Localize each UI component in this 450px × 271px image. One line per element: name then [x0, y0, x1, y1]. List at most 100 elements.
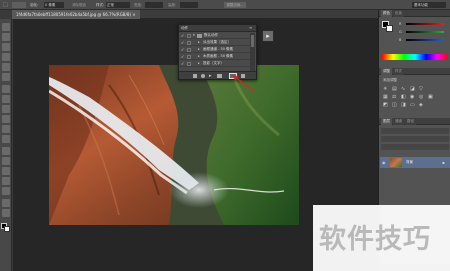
expand-triangle-icon[interactable]: ▸	[198, 60, 200, 67]
red-slider[interactable]	[406, 23, 444, 25]
document-tab[interactable]: 1f4d6fa7fa0ebff1180591fe02b4a5bf.jpg @ 6…	[12, 10, 140, 19]
type-tool-icon[interactable]	[2, 167, 10, 175]
layer-filter-bar[interactable]	[381, 128, 449, 134]
levels-icon[interactable]: ▤	[392, 86, 397, 92]
blue-slider[interactable]	[406, 39, 444, 41]
pen-tool-icon[interactable]	[2, 157, 10, 165]
dialog-toggle-box[interactable]	[187, 33, 191, 38]
background-color-swatch[interactable]	[4, 226, 10, 232]
quick-select-tool-icon[interactable]	[2, 53, 10, 61]
shape-tool-icon[interactable]	[2, 187, 10, 195]
curves-icon[interactable]: ∿	[401, 86, 405, 92]
eyedropper-tool-icon[interactable]	[2, 73, 10, 81]
color-lookup-icon[interactable]: ▣	[428, 94, 433, 100]
action-row[interactable]: ✓ ▸ 画框通道 - 50 像素	[179, 46, 250, 53]
lasso-tool-icon[interactable]	[2, 43, 10, 51]
hue-saturation-icon[interactable]: ▦	[383, 94, 388, 100]
tab-adjustments[interactable]: 调整	[381, 68, 392, 75]
tab-swatches[interactable]: 色板	[393, 10, 404, 17]
path-select-tool-icon[interactable]	[2, 177, 10, 185]
color-spectrum-bar[interactable]	[382, 54, 448, 60]
checkmark-icon[interactable]: ✓	[181, 33, 185, 38]
actions-panel-header[interactable]: 动作 ≡	[179, 25, 256, 32]
gradient-tool-icon[interactable]	[2, 135, 10, 143]
action-row[interactable]: ✓ ▸ 淡出效果（选区）	[179, 39, 250, 46]
threshold-icon[interactable]: ◨	[401, 102, 406, 108]
dodge-tool-icon[interactable]	[2, 147, 10, 155]
action-label: 木质画框 - 50 像素	[203, 54, 234, 58]
play-selection-button[interactable]: ▸	[262, 30, 274, 42]
gradient-map-icon[interactable]: ▭	[410, 102, 415, 108]
zoom-tool-icon[interactable]	[2, 209, 10, 217]
selective-color-icon[interactable]: ◈	[419, 102, 423, 108]
history-brush-tool-icon[interactable]	[2, 115, 10, 123]
hand-tool-icon[interactable]	[2, 199, 10, 207]
healing-brush-tool-icon[interactable]	[2, 85, 10, 93]
background-color-swatch[interactable]	[386, 25, 393, 32]
layer-row-background[interactable]: ◉ 背景 ▪	[380, 157, 450, 168]
play-icon[interactable]: ▸	[209, 73, 212, 79]
refine-edge-button[interactable]: 调整边缘...	[224, 2, 246, 8]
channel-mixer-icon[interactable]: ◎	[419, 94, 423, 100]
exposure-icon[interactable]: ◪	[410, 86, 415, 92]
green-slider[interactable]	[406, 31, 444, 33]
tab-paths[interactable]: 路径	[405, 118, 416, 125]
actions-scrollbar[interactable]	[250, 33, 255, 71]
move-tool-icon[interactable]	[2, 23, 10, 31]
panel-menu-icon[interactable]: ≡	[249, 25, 252, 30]
action-row[interactable]: ✓ ▸ 投影（文字）	[179, 60, 250, 67]
eraser-tool-icon[interactable]	[2, 125, 10, 133]
clone-stamp-tool-icon[interactable]	[2, 105, 10, 113]
action-set-row[interactable]: ✓ ▾ 默认动作	[179, 32, 250, 39]
scrollbar-thumb[interactable]	[251, 35, 254, 47]
expand-triangle-icon[interactable]: ▸	[198, 39, 200, 46]
checkmark-icon[interactable]: ✓	[181, 54, 185, 59]
tab-layers[interactable]: 图层	[381, 118, 392, 125]
adjustment-icons-grid: ☀ ▤ ∿ ◪ ▽ ▦ ⚖ ◧ ◉ ◎ ▣ ◩ ◫ ◨ ▭ ◈	[383, 86, 447, 108]
options-bar: ⬚ 羽化: 0 像素 消除锯齿 样式: 正常 宽度: 高度: 调整边缘... 基…	[0, 0, 450, 10]
style-select[interactable]: 正常	[106, 2, 130, 8]
blend-mode-bar[interactable]	[381, 136, 449, 142]
action-row[interactable]: ✓ ▸ 木质画框 - 50 像素	[179, 53, 250, 60]
document-image[interactable]	[49, 65, 299, 225]
checkmark-icon[interactable]: ✓	[181, 61, 185, 66]
dialog-toggle-box[interactable]	[187, 61, 191, 66]
new-set-folder-icon[interactable]	[217, 74, 222, 78]
tab-color[interactable]: 颜色	[381, 10, 392, 17]
black-white-icon[interactable]: ◧	[401, 94, 406, 100]
checkmark-icon[interactable]: ✓	[181, 47, 185, 52]
tab-channels[interactable]: 通道	[393, 118, 404, 125]
width-input[interactable]	[145, 2, 163, 8]
marquee-tool-icon[interactable]: ⬚	[3, 2, 8, 8]
brush-tool-icon[interactable]	[2, 95, 10, 103]
invert-icon[interactable]: ◩	[383, 102, 388, 108]
add-adjustment-label: 添加调整	[383, 78, 397, 82]
stop-icon[interactable]	[193, 74, 197, 78]
expand-triangle-icon[interactable]: ▸	[198, 46, 200, 53]
photo-filter-icon[interactable]: ◉	[410, 94, 414, 100]
record-icon[interactable]	[201, 74, 205, 78]
selection-mode-buttons[interactable]	[12, 2, 26, 8]
dialog-toggle-box[interactable]	[187, 54, 191, 59]
posterize-icon[interactable]: ◫	[392, 102, 397, 108]
feather-label: 羽化:	[30, 3, 39, 7]
workspace-select[interactable]: 基本功能	[412, 2, 446, 8]
height-input[interactable]	[180, 2, 198, 8]
eye-icon[interactable]: ◉	[382, 160, 386, 166]
crop-tool-icon[interactable]	[2, 63, 10, 71]
annotation-arrow-icon	[233, 75, 255, 92]
dialog-toggle-box[interactable]	[187, 40, 191, 45]
color-balance-icon[interactable]: ⚖	[392, 94, 396, 100]
lock-bar[interactable]	[381, 144, 449, 150]
expand-triangle-icon[interactable]: ▸	[198, 53, 200, 60]
tab-styles[interactable]: 样式	[393, 68, 404, 75]
antialias-checkbox[interactable]: 消除锯齿	[72, 3, 86, 8]
feather-input[interactable]: 0 像素	[44, 2, 64, 8]
vibrance-icon[interactable]: ▽	[419, 86, 423, 92]
style-label: 样式:	[96, 3, 105, 7]
dialog-toggle-box[interactable]	[187, 47, 191, 52]
brightness-icon[interactable]: ☀	[383, 86, 387, 92]
expand-triangle-icon[interactable]: ▾	[193, 32, 195, 39]
marquee-tool-icon[interactable]	[2, 33, 10, 41]
checkmark-icon[interactable]: ✓	[181, 40, 185, 45]
